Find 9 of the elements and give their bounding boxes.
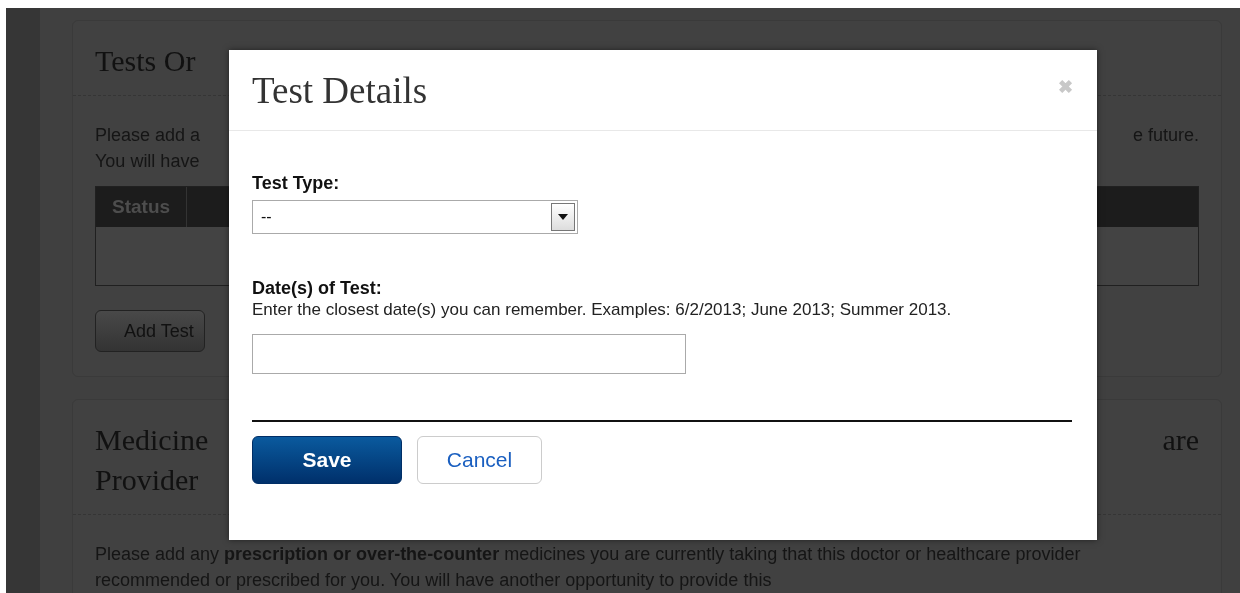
dialog-title: Test Details bbox=[252, 68, 428, 112]
save-button[interactable]: Save bbox=[252, 436, 402, 484]
field-label: Test Type: bbox=[252, 173, 341, 194]
field-hint: Enter the closest date(s) you can remember. Examples: 6/2/2013; June 2013; Summer 2013. bbox=[252, 299, 953, 321]
field-label: Date(s) of Test: bbox=[252, 278, 383, 299]
date-input-field[interactable] bbox=[252, 334, 686, 374]
caret-icon bbox=[558, 214, 568, 220]
cancel-button[interactable]: Cancel bbox=[417, 436, 542, 484]
test-type-dropdown[interactable]: -- bbox=[252, 200, 578, 234]
